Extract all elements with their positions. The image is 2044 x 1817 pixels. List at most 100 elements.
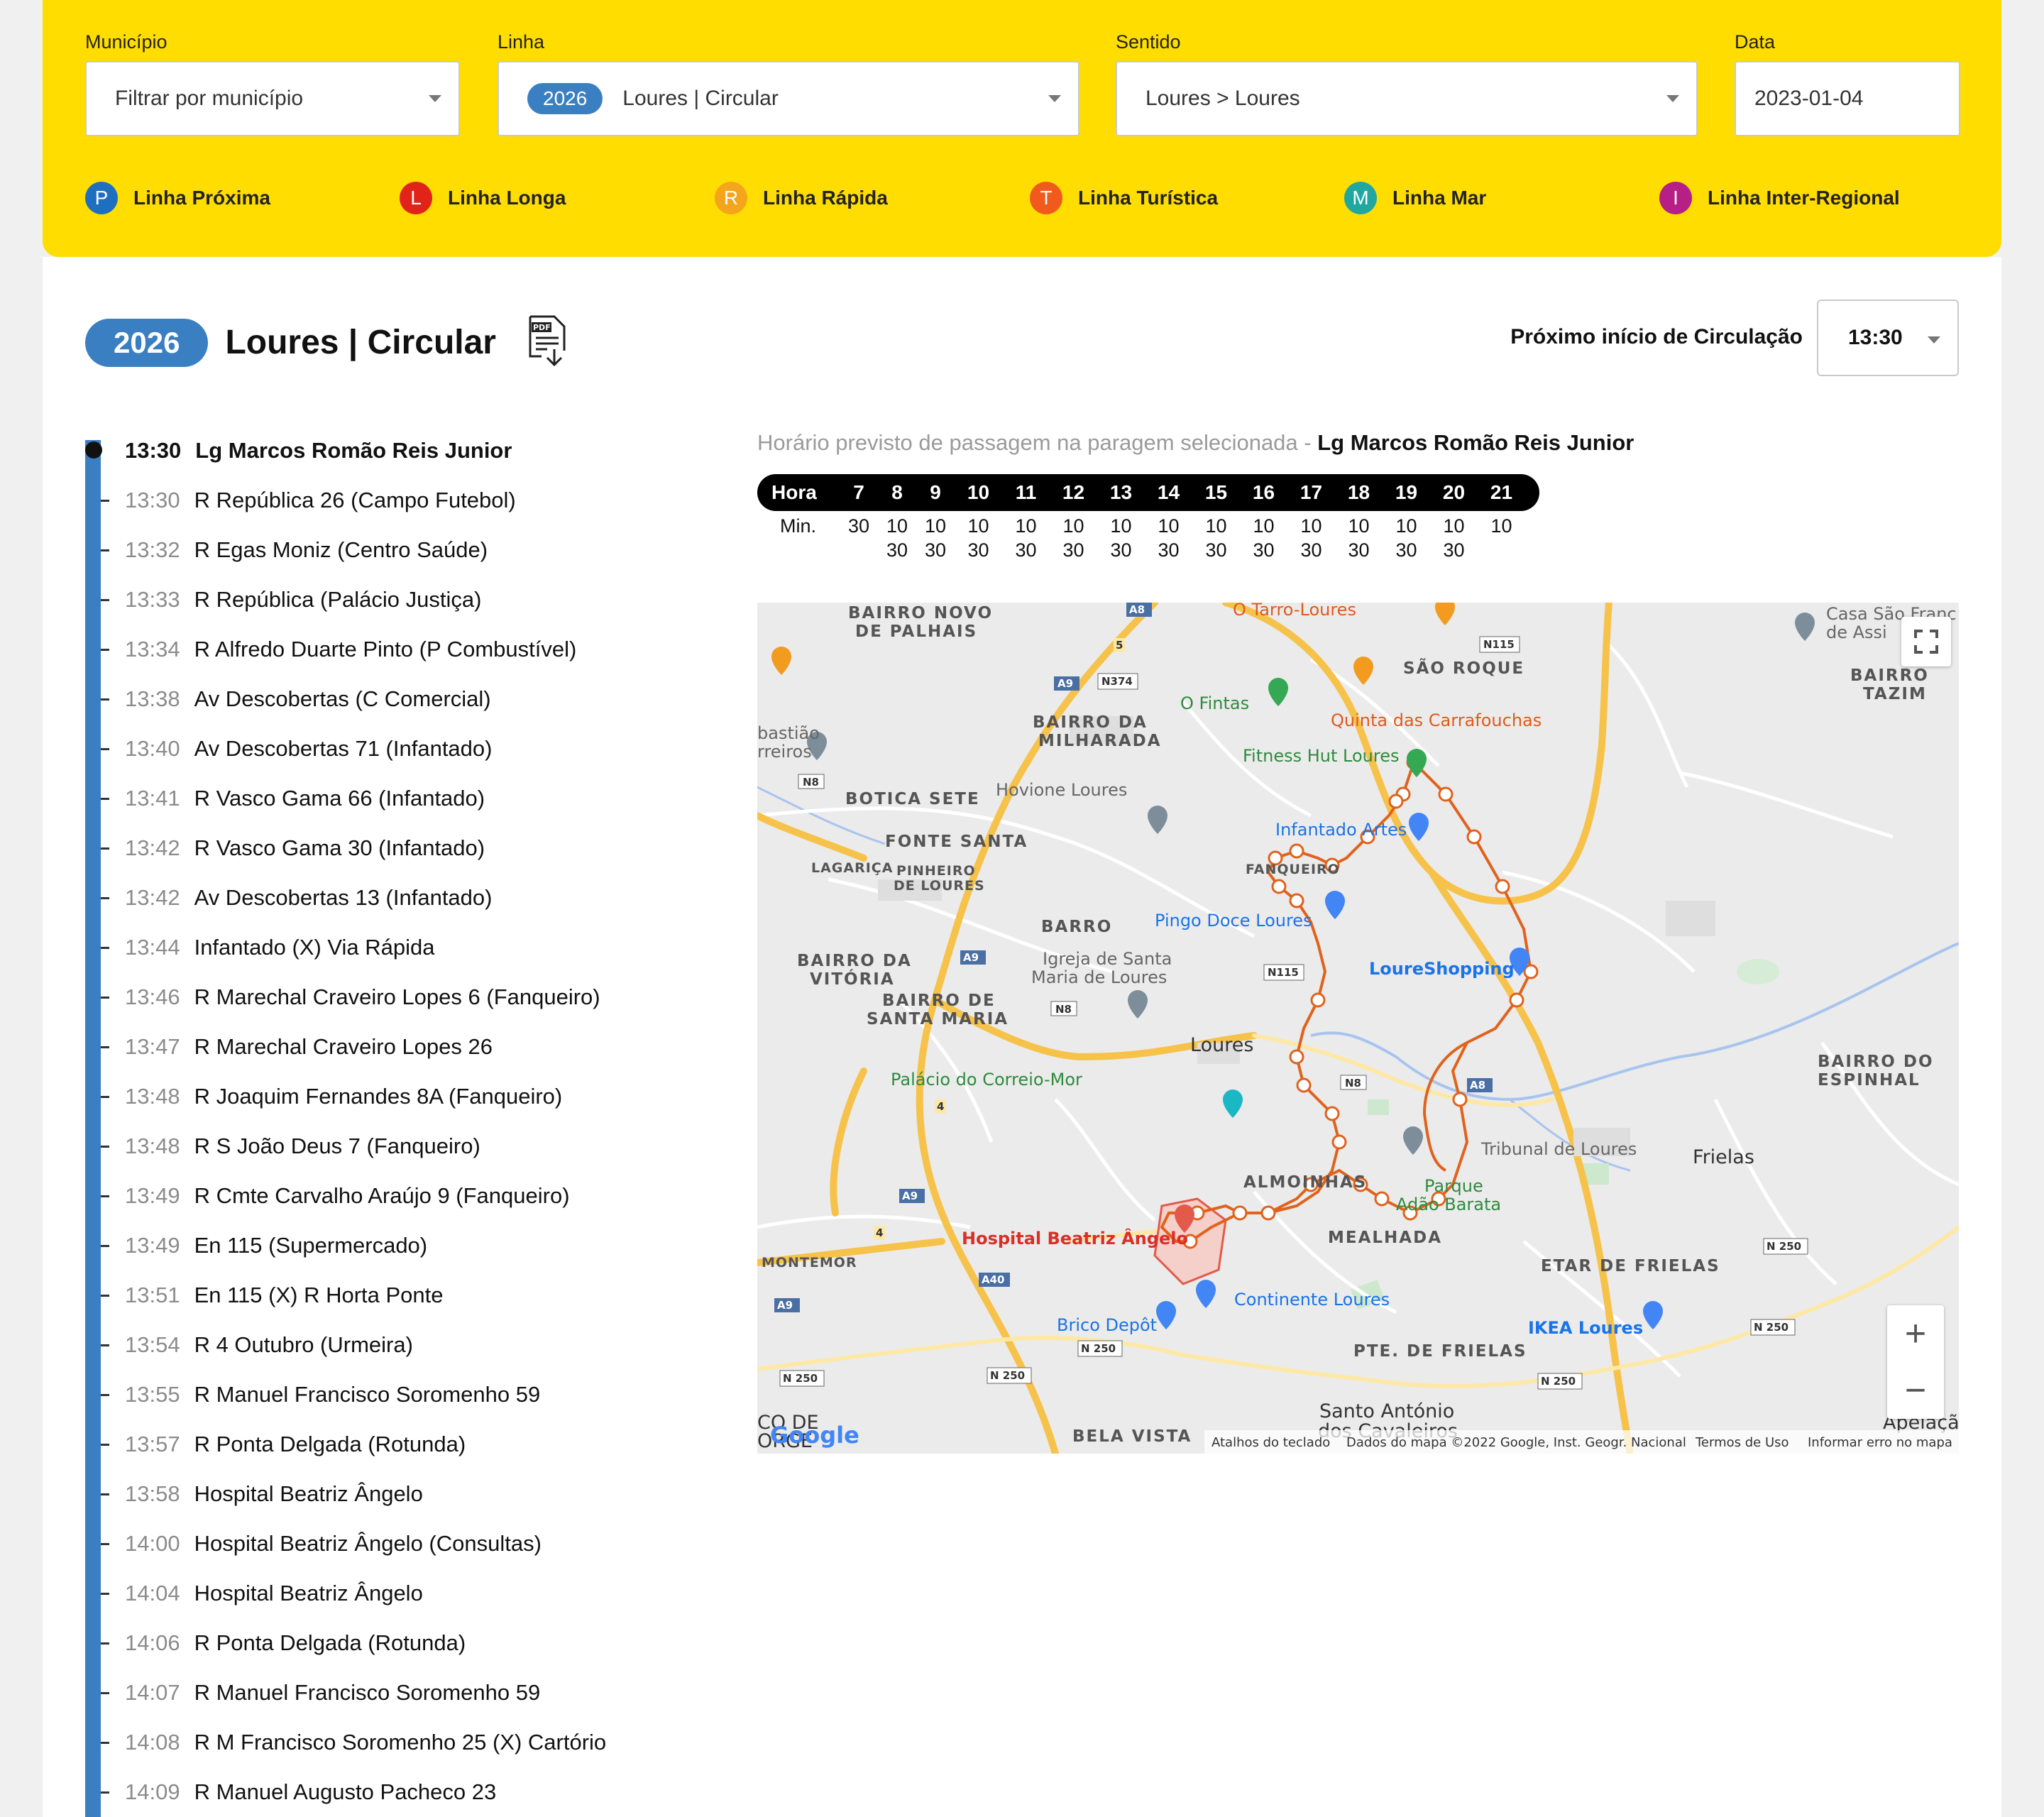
stop-item[interactable]: 13:54 R 4 Outubro (Urmeira): [85, 1320, 606, 1370]
minute-cell: 30: [1300, 539, 1322, 561]
stop-item[interactable]: 13:58 Hospital Beatriz Ângelo: [85, 1469, 606, 1519]
legend-label: Linha Mar: [1392, 187, 1487, 209]
stop-time: 13:55: [125, 1382, 180, 1407]
legend-label: Linha Turística: [1078, 187, 1219, 209]
map-label: Parque: [1424, 1176, 1483, 1196]
date-input[interactable]: 2023-01-04: [1735, 61, 1960, 136]
linha-select[interactable]: 2026 Loures | Circular: [498, 61, 1079, 136]
map-label: FONTE SANTA: [885, 833, 1028, 851]
stop-name: R República 26 (Campo Futebol): [194, 488, 516, 512]
legend-dot-i: I: [1659, 182, 1692, 214]
map-label: SÃO ROQUE: [1403, 658, 1524, 678]
pdf-download-icon[interactable]: PDF: [526, 314, 570, 371]
map-terms-link[interactable]: Termos de Uso: [1695, 1435, 1789, 1450]
map-report-link[interactable]: Informar erro no mapa: [1808, 1435, 1952, 1450]
stop-item[interactable]: 13:30 R República 26 (Campo Futebol): [85, 476, 606, 525]
stop-item[interactable]: 13:30 Lg Marcos Romão Reis Junior: [85, 426, 606, 476]
map-label: Tribunal de Loures: [1480, 1139, 1637, 1159]
stop-item[interactable]: 13:51 En 115 (X) R Horta Ponte: [85, 1270, 606, 1320]
stop-item[interactable]: 14:08 R M Francisco Soromenho 25 (X) Cart…: [85, 1718, 606, 1767]
minute-cell: 10: [1158, 515, 1180, 537]
stop-item[interactable]: 13:42 Av Descobertas 13 (Infantado): [85, 873, 606, 923]
minutes-header-label: Min.: [780, 515, 817, 537]
stop-item[interactable]: 14:04 Hospital Beatriz Ângelo: [85, 1569, 606, 1618]
map-label: DE PALHAIS: [855, 622, 977, 641]
stop-item[interactable]: 14:00 Hospital Beatriz Ângelo (Consultas): [85, 1519, 606, 1569]
map-label: Hovione Loures: [996, 780, 1127, 800]
stop-name: R Manuel Francisco Soromenho 59: [194, 1680, 541, 1705]
stop-item[interactable]: 14:09 R Manuel Augusto Pacheco 23: [85, 1767, 606, 1817]
route-number-chip: 2026: [85, 318, 209, 367]
stop-item[interactable]: 13:34 R Alfredo Duarte Pinto (P Combustív…: [85, 625, 606, 674]
stop-item[interactable]: 13:55 R Manuel Francisco Soromenho 59: [85, 1370, 606, 1420]
stop-item[interactable]: 13:42 R Vasco Gama 30 (Infantado): [85, 823, 606, 873]
road-shield: N115: [1483, 638, 1515, 651]
municipio-select[interactable]: Filtrar por município: [85, 61, 460, 136]
stop-time: 14:07: [125, 1680, 180, 1705]
schedule-stop-name: Lg Marcos Romão Reis Junior: [1317, 430, 1634, 455]
stop-tick: [101, 599, 109, 601]
road-shield: 4: [876, 1226, 883, 1239]
stop-item[interactable]: 13:48 R Joaquim Fernandes 8A (Fanqueiro): [85, 1072, 606, 1121]
stop-tick: [101, 798, 109, 800]
stop-tick: [101, 1642, 109, 1645]
chevron-down-icon: [1928, 336, 1940, 344]
map-canvas[interactable]: A8 A9 N374 N115 N8 A9 N115 N8 A8 N8 4 A9…: [757, 603, 1959, 1454]
zoom-out-button[interactable]: −: [1887, 1362, 1944, 1419]
stop-name: Av Descobertas 71 (Infantado): [194, 736, 493, 761]
sentido-value: Loures > Loures: [1145, 87, 1300, 110]
stop-time: 13:58: [125, 1481, 180, 1506]
minute-cell: 10: [1348, 515, 1370, 537]
stop-item[interactable]: 13:57 R Ponta Delgada (Rotunda): [85, 1420, 606, 1469]
stop-item[interactable]: 13:33 R República (Palácio Justiça): [85, 575, 606, 625]
minute-cell: 10: [1062, 515, 1084, 537]
hour-cell: 12: [1062, 481, 1085, 503]
stop-name: R M Francisco Soromenho 25 (X) Cartório: [194, 1730, 607, 1755]
map-data-attribution: Dados do mapa ©2022 Google, Inst. Geogr.…: [1346, 1435, 1686, 1450]
minute-cell: 10: [1490, 515, 1512, 537]
map-label: Igreja de Santa: [1043, 949, 1172, 969]
road-shield: A9: [902, 1190, 918, 1202]
stop-item[interactable]: 13:38 Av Descobertas (C Comercial): [85, 674, 606, 724]
stop-item[interactable]: 13:48 R S João Deus 7 (Fanqueiro): [85, 1121, 606, 1171]
linha-label: Linha: [498, 31, 545, 53]
stop-item[interactable]: 13:47 R Marechal Craveiro Lopes 26: [85, 1022, 606, 1072]
stop-item[interactable]: 14:06 R Ponta Delgada (Rotunda): [85, 1618, 606, 1668]
map-label: FANQUEIRO: [1246, 862, 1340, 877]
stop-tick: [101, 947, 109, 949]
route-map[interactable]: A8 A9 N374 N115 N8 A9 N115 N8 A8 N8 4 A9…: [757, 603, 1959, 1454]
stop-time: 13:49: [125, 1233, 180, 1258]
schedule-caption-text: Horário previsto de passagem na paragem …: [757, 430, 1318, 455]
stop-item[interactable]: 13:49 En 115 (Supermercado): [85, 1221, 606, 1270]
road-shield: N8: [1055, 1003, 1072, 1016]
hour-cell: 17: [1300, 481, 1323, 503]
stop-name: R Vasco Gama 30 (Infantado): [194, 835, 485, 860]
map-keyboard-shortcuts[interactable]: Atalhos do teclado: [1211, 1435, 1330, 1450]
stop-tick: [101, 500, 109, 502]
map-label: TAZIM: [1863, 685, 1927, 703]
stop-name: En 115 (Supermercado): [194, 1233, 428, 1258]
sentido-select[interactable]: Loures > Loures: [1116, 61, 1698, 136]
stop-name: R Ponta Delgada (Rotunda): [194, 1630, 466, 1655]
stop-item[interactable]: 13:49 R Cmte Carvalho Araújo 9 (Fanqueiro…: [85, 1171, 606, 1221]
hour-cell: 11: [1015, 481, 1037, 503]
fullscreen-button[interactable]: [1901, 617, 1951, 666]
stop-item[interactable]: 13:44 Infantado (X) Via Rápida: [85, 923, 606, 972]
minute-cell: 10: [1205, 515, 1227, 537]
stop-item[interactable]: 13:46 R Marechal Craveiro Lopes 6 (Fanque…: [85, 972, 606, 1022]
stop-time: 13:54: [125, 1332, 180, 1357]
minute-cell: 30: [847, 515, 870, 537]
minute-cell: 10: [886, 515, 908, 537]
minute-cell: 10: [967, 515, 989, 537]
municipio-placeholder: Filtrar por município: [115, 87, 304, 110]
stop-item[interactable]: 13:40 Av Descobertas 71 (Infantado): [85, 724, 606, 774]
stop-name: R Vasco Gama 66 (Infantado): [194, 786, 485, 811]
stop-item[interactable]: 14:07 R Manuel Francisco Soromenho 59: [85, 1668, 606, 1718]
next-start-select[interactable]: 13:30: [1817, 300, 1959, 376]
stop-item[interactable]: 13:41 R Vasco Gama 66 (Infantado): [85, 774, 606, 823]
fullscreen-icon: [1914, 630, 1938, 654]
municipio-label: Município: [85, 31, 167, 53]
road-shield: N 250: [1766, 1240, 1801, 1253]
stop-item[interactable]: 13:32 R Egas Moniz (Centro Saúde): [85, 525, 606, 575]
zoom-in-button[interactable]: +: [1887, 1305, 1944, 1362]
